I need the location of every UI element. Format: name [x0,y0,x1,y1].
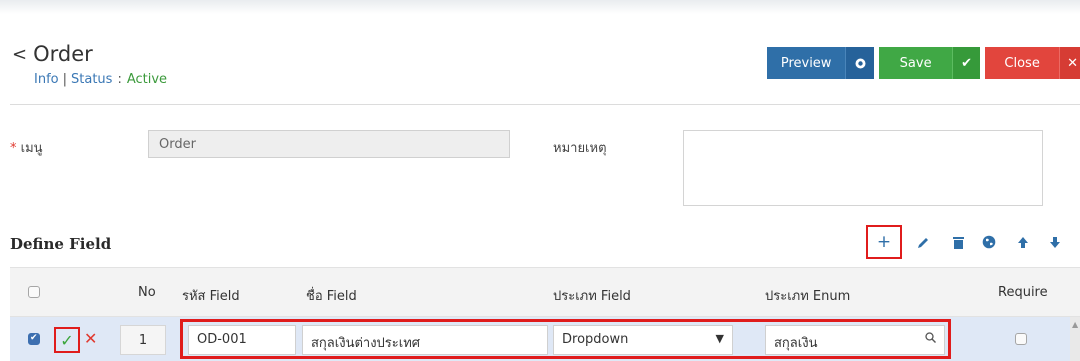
status-line: Info | Status: Active [34,72,167,87]
plus-icon[interactable]: + [866,225,902,259]
save-button[interactable]: Save ✔ [879,47,980,79]
status-colon: : [117,72,122,87]
row-select-checkbox[interactable] [28,333,40,345]
arrow-down-icon[interactable] [1040,225,1070,259]
col-no: No [138,285,156,300]
preview-button[interactable]: Preview [767,47,874,79]
define-field-title: Define Field [10,235,112,253]
arrow-up-icon[interactable] [1008,225,1038,259]
define-field-table: No รหัส Field ชื่อ Field ประเภท Field ปร… [10,267,1080,361]
chevron-left-icon[interactable]: < [12,44,27,65]
globe-icon[interactable] [974,225,1004,259]
row-number: 1 [120,325,166,355]
col-enum-type: ประเภท Enum [765,289,851,304]
confirm-check-icon[interactable]: ✓ [54,327,80,353]
define-field-toolbar: + [866,225,1080,259]
check-icon[interactable]: ✔ [952,47,980,79]
scrollbar[interactable]: ▲ [1070,317,1080,361]
page-title: < Order [12,42,93,66]
menu-label-text: เมนู [20,141,43,156]
info-link[interactable]: Info [34,72,59,87]
status-label: Status [71,72,113,87]
header-divider [10,104,1080,105]
separator: | [62,72,67,87]
top-divider [0,0,1080,14]
menu-label: * เมนู [10,137,43,158]
edit-row-highlight [180,319,951,359]
col-field-code: รหัส Field [182,289,240,304]
remark-textarea[interactable] [683,130,1043,206]
select-all-checkbox[interactable] [28,286,40,298]
pencil-icon[interactable] [908,225,938,259]
menu-input[interactable]: Order [148,130,510,158]
scroll-up-icon[interactable]: ▲ [1072,320,1078,329]
close-button-label[interactable]: Close [985,47,1060,79]
require-checkbox[interactable] [1015,333,1027,345]
col-field-name: ชื่อ Field [306,289,357,304]
required-marker: * [10,141,17,156]
eye-icon[interactable] [845,47,874,79]
close-icon[interactable]: ✕ [1059,47,1080,79]
col-field-type: ประเภท Field [553,289,631,304]
save-button-label[interactable]: Save [879,47,953,79]
col-require: Require [998,285,1048,300]
page-title-text: Order [33,42,93,66]
cancel-x-icon[interactable]: ✕ [84,329,97,348]
remark-label: หมายเหตุ [553,141,607,156]
table-header: No รหัส Field ชื่อ Field ประเภท Field ปร… [10,267,1080,317]
status-value: Active [126,72,168,87]
close-button[interactable]: Close ✕ [985,47,1080,79]
table-row[interactable]: ✓ ✕ 1 OD-001 สกุลเงินต่างประเทศ Dropdown… [10,317,1080,361]
trash-icon[interactable] [943,225,973,259]
preview-button-label[interactable]: Preview [767,47,846,79]
